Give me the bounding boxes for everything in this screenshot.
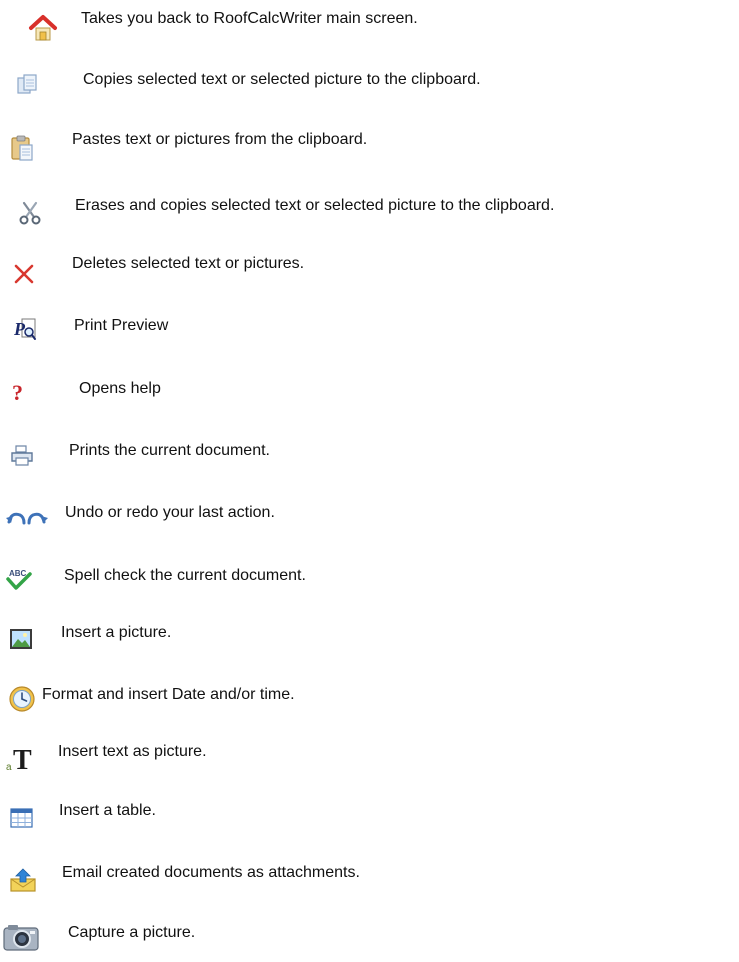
paste-icon xyxy=(9,134,35,162)
help-icon: ? xyxy=(8,380,32,404)
svg-text:?: ? xyxy=(12,380,23,404)
svg-text:ABC: ABC xyxy=(9,569,27,578)
help-description: Opens help xyxy=(79,380,161,397)
home-icon xyxy=(28,13,58,43)
email-icon xyxy=(9,867,37,893)
undo-redo-description: Undo or redo your last action. xyxy=(65,504,275,521)
delete-description: Deletes selected text or pictures. xyxy=(72,255,305,272)
camera-icon xyxy=(2,922,40,952)
date-time-icon xyxy=(8,685,36,713)
legend-row-paste: Pastes text or pictures from the clipboa… xyxy=(0,122,739,162)
copy-description: Copies selected text or selected picture… xyxy=(83,71,481,88)
text-as-picture-icon: T a xyxy=(4,745,34,773)
svg-text:P: P xyxy=(13,319,26,339)
print-icon xyxy=(9,442,35,468)
legend-row-delete: Deletes selected text or pictures. xyxy=(0,245,739,285)
date-time-description: Format and insert Date and/or time. xyxy=(42,686,295,703)
legend-row-copy: Copies selected text or selected picture… xyxy=(0,62,739,102)
legend-row-home: Takes you back to RoofCalcWriter main sc… xyxy=(0,0,739,43)
insert-picture-description: Insert a picture. xyxy=(61,624,172,641)
text-as-picture-description: Insert text as picture. xyxy=(58,743,207,760)
legend-row-print: Prints the current document. xyxy=(0,432,739,472)
print-preview-icon: P xyxy=(13,316,37,342)
legend-row-help: ? Opens help xyxy=(0,370,739,410)
insert-picture-icon xyxy=(8,627,34,651)
svg-text:a: a xyxy=(6,762,12,773)
copy-icon xyxy=(16,72,38,96)
home-description: Takes you back to RoofCalcWriter main sc… xyxy=(81,10,418,27)
print-preview-description: Print Preview xyxy=(74,317,169,334)
legend-row-camera: Capture a picture. xyxy=(0,914,739,954)
legend-row-spell-check: ABC Spell check the current document. xyxy=(0,556,739,596)
print-description: Prints the current document. xyxy=(69,442,270,459)
insert-table-description: Insert a table. xyxy=(59,802,156,819)
legend-row-print-preview: P Print Preview xyxy=(0,307,739,347)
delete-icon xyxy=(12,262,36,286)
spell-check-description: Spell check the current document. xyxy=(64,567,306,584)
svg-text:T: T xyxy=(13,745,32,773)
paste-description: Pastes text or pictures from the clipboa… xyxy=(72,131,368,148)
spell-check-icon: ABC xyxy=(6,566,32,592)
insert-table-icon xyxy=(9,806,35,830)
cut-description: Erases and copies selected text or selec… xyxy=(75,197,555,214)
legend-row-date-time: Format and insert Date and/or time. xyxy=(0,675,739,715)
legend-row-cut: Erases and copies selected text or selec… xyxy=(0,189,739,229)
legend-row-insert-picture: Insert a picture. xyxy=(0,615,739,655)
camera-description: Capture a picture. xyxy=(68,924,196,941)
undo-redo-icon xyxy=(5,507,49,529)
cut-icon xyxy=(18,200,42,226)
legend-row-undo-redo: Undo or redo your last action. xyxy=(0,495,739,535)
email-description: Email created documents as attachments. xyxy=(62,864,360,881)
legend-row-text-as-picture: T a Insert text as picture. xyxy=(0,734,739,774)
legend-row-email: Email created documents as attachments. xyxy=(0,854,739,894)
legend-row-insert-table: Insert a table. xyxy=(0,792,739,832)
